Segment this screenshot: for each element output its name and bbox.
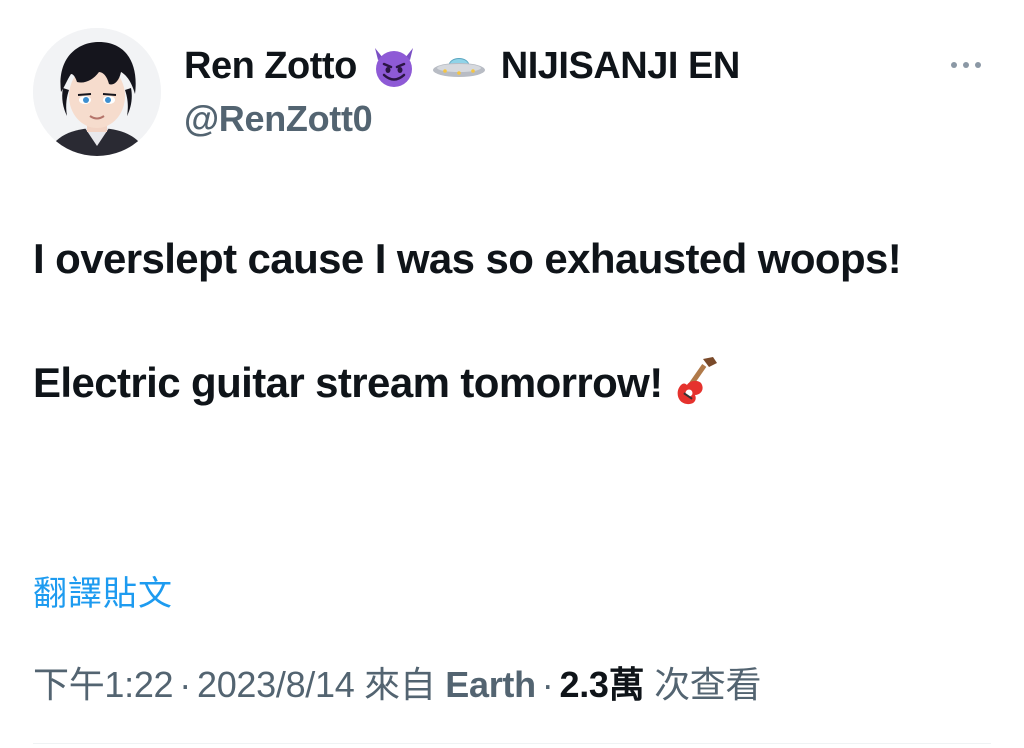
views-count[interactable]: 2.3萬 xyxy=(560,664,645,705)
more-dot-icon xyxy=(975,62,981,68)
post-source: Earth xyxy=(445,664,536,705)
divider xyxy=(33,743,991,744)
more-options-button[interactable] xyxy=(944,50,988,80)
more-dot-icon xyxy=(951,62,957,68)
tweet-line-1: I overslept cause I was so exhausted woo… xyxy=(33,235,902,282)
author-name-row[interactable]: Ren Zotto NIJISANJI EN xyxy=(184,40,740,92)
guitar-icon xyxy=(673,355,721,424)
avatar[interactable] xyxy=(33,28,161,156)
user-handle[interactable]: @RenZott0 xyxy=(184,98,373,140)
translate-post-link[interactable]: 翻譯貼文 xyxy=(33,566,173,615)
flying-saucer-icon xyxy=(431,46,487,86)
meta-separator: · xyxy=(179,664,191,705)
source-prefix: 來自 xyxy=(364,664,436,705)
tweet-text: I overslept cause I was so exhausted woo… xyxy=(33,228,993,424)
meta-separator: · xyxy=(541,664,554,705)
tweet-line-2-text: Electric guitar stream tomorrow! xyxy=(33,359,663,406)
post-date[interactable]: 2023/8/14 xyxy=(197,664,355,705)
tweet-line-2: Electric guitar stream tomorrow! xyxy=(33,352,993,424)
affiliation-label: NIJISANJI EN xyxy=(500,44,740,87)
tweet-meta: 下午1:22 · 2023/8/14 來自 Earth · 2.3萬 次查看 xyxy=(33,656,761,708)
views-label: 次查看 xyxy=(654,664,762,705)
more-dot-icon xyxy=(963,62,969,68)
tweet-card: Ren Zotto NIJISANJI EN @RenZott0 I overs… xyxy=(0,0,1024,748)
smiling-devil-icon xyxy=(369,44,419,88)
display-name[interactable]: Ren Zotto xyxy=(184,45,357,88)
post-time[interactable]: 下午1:22 xyxy=(33,664,174,705)
